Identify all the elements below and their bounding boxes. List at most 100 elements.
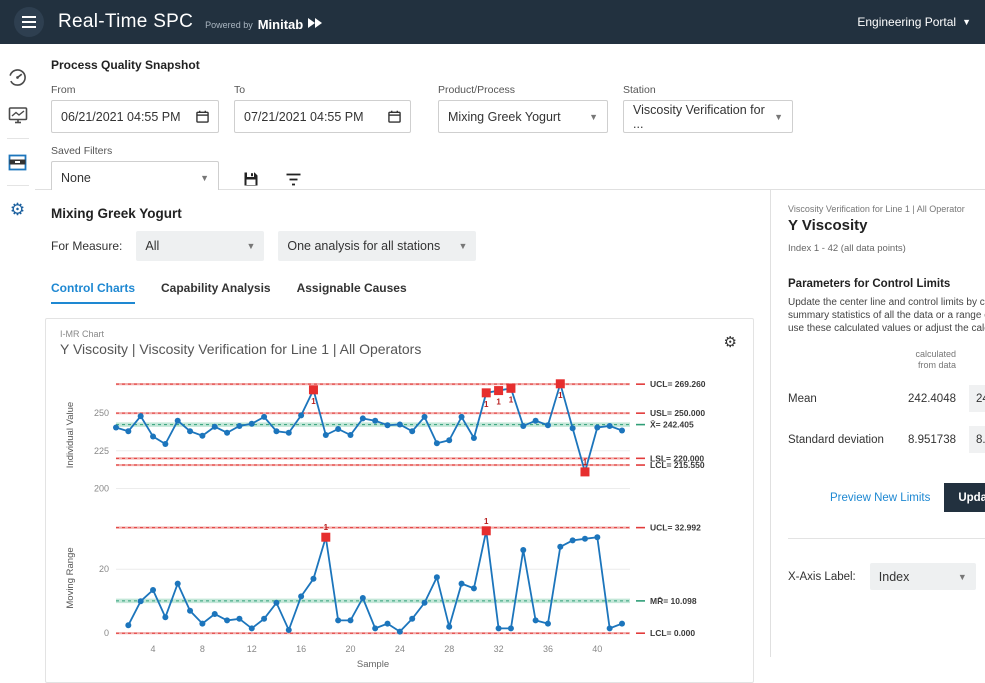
svg-text:UCL= 269.260: UCL= 269.260 [650,379,706,389]
tab-assignable-causes[interactable]: Assignable Causes [297,281,407,304]
chevron-down-icon: ▼ [958,572,967,582]
chevron-down-icon: ▼ [458,241,467,251]
svg-text:40: 40 [592,644,602,654]
parameters-panel: Viscosity Verification for Line 1 | All … [770,190,985,657]
svg-text:225: 225 [94,446,109,456]
chevron-down-icon: ▼ [774,112,783,122]
filter-bar: Process Quality Snapshot From 06/21/2021… [35,44,985,190]
svg-text:MR̄= 10.098: MR̄= 10.098 [650,596,697,606]
station-value: Viscosity Verification for ... [633,103,774,131]
to-date-input[interactable]: 07/21/2021 04:55 PM [234,100,411,133]
svg-text:20: 20 [99,564,109,574]
svg-text:1: 1 [558,391,563,400]
powered-by-label: Powered by [205,20,253,30]
xaxis-value: Index [879,570,910,584]
chevron-down-icon: ▼ [962,17,971,27]
svg-text:16: 16 [296,644,306,654]
saved-filters-label: Saved Filters [51,145,219,157]
preview-new-limits-link[interactable]: Preview New Limits [830,492,930,504]
svg-text:24: 24 [395,644,405,654]
save-filter-button[interactable] [241,169,261,189]
to-label: To [234,84,411,96]
svg-text:LCL= 0.000: LCL= 0.000 [650,628,695,638]
svg-text:Moving Range: Moving Range [65,547,76,608]
stdev-label: Standard deviation [788,434,896,446]
from-date-input[interactable]: 06/21/2021 04:55 PM [51,100,219,133]
tab-control-charts[interactable]: Control Charts [51,281,135,304]
filter-icon [286,173,301,186]
app-title: Real-Time SPC [58,11,193,33]
analysis-mode-value: One analysis for all stations [287,239,440,253]
mean-row: Mean 242.4048 [788,385,985,412]
rail-divider [7,185,29,186]
sidebar-item-settings[interactable]: ⚙ [8,199,28,219]
panel-divider [788,538,985,539]
svg-text:1: 1 [583,458,588,467]
chevron-down-icon: ▼ [246,241,255,251]
svg-text:8: 8 [200,644,205,654]
chart-settings-gear-icon[interactable]: ⚙ [724,335,737,350]
svg-text:1: 1 [484,400,489,409]
to-date-value: 07/21/2021 04:55 PM [244,110,364,124]
gear-icon: ⚙ [10,201,25,218]
svg-text:1: 1 [484,517,489,526]
product-label: Product/Process [438,84,608,96]
from-date-value: 06/21/2021 04:55 PM [61,110,181,124]
svg-text:X̄= 242.405: X̄= 242.405 [650,420,694,430]
chart-title: Y Viscosity | Viscosity Verification for… [60,341,739,357]
sidebar-item-storage[interactable] [8,152,28,172]
gauge-icon [8,68,27,87]
svg-text:Individual Value: Individual Value [65,402,76,468]
portal-switcher[interactable]: Engineering Portal ▼ [857,15,971,29]
minitab-brand: Minitab [258,17,304,32]
index-note: Index 1 - 42 (all data points) [788,243,985,254]
stdev-row: Standard deviation 8.951738 [788,426,985,453]
svg-text:36: 36 [543,644,553,654]
svg-text:0: 0 [104,628,109,638]
stdev-input[interactable] [969,426,985,453]
calendar-icon [196,110,209,123]
sidebar-item-monitoring[interactable] [8,105,28,125]
svg-text:28: 28 [444,644,454,654]
portal-label: Engineering Portal [857,15,956,29]
for-measure-label: For Measure: [51,239,122,253]
storage-box-icon [8,154,27,171]
section-title: Process Quality Snapshot [51,58,985,72]
imr-chart-card: I-MR Chart Y Viscosity | Viscosity Verif… [45,318,754,683]
calculated-col-header: calculated from data [788,349,956,371]
panel-title: Y Viscosity [788,217,985,234]
from-label: From [51,84,219,96]
saved-filters-value: None [61,171,91,185]
svg-text:200: 200 [94,483,109,493]
minitab-logo-icon [307,16,323,34]
xaxis-label: X-Axis Label: [788,571,856,583]
sidebar-item-dashboard[interactable] [8,67,28,87]
svg-text:1: 1 [324,523,329,532]
measure-select[interactable]: All ▼ [136,231,264,261]
chart-type-label: I-MR Chart [60,329,739,339]
panel-subtitle: Viscosity Verification for Line 1 | All … [788,204,985,214]
station-select[interactable]: Viscosity Verification for ... ▼ [623,100,793,133]
params-heading: Parameters for Control Limits [788,278,985,290]
filter-button[interactable] [283,169,303,189]
params-description: Update the center line and control limit… [788,296,985,335]
svg-text:Sample: Sample [357,659,389,670]
mean-calculated-value: 242.4048 [896,393,956,405]
svg-text:USL= 250.000: USL= 250.000 [650,408,705,418]
update-control-limits-button[interactable]: Update Control Limits [944,483,985,512]
analysis-main: Mixing Greek Yogurt For Measure: All ▼ O… [35,190,770,657]
mean-input[interactable] [969,385,985,412]
individuals-chart: 200225250111111UCL= 269.260USL= 250.000X… [60,363,741,508]
analysis-mode-select[interactable]: One analysis for all stations ▼ [278,231,476,261]
svg-text:4: 4 [151,644,156,654]
menu-icon[interactable] [14,7,44,37]
svg-text:20: 20 [345,644,355,654]
svg-text:12: 12 [247,644,257,654]
stdev-calculated-value: 8.951738 [896,434,956,446]
product-select[interactable]: Mixing Greek Yogurt ▼ [438,100,608,133]
measure-value: All [145,239,159,253]
tab-capability-analysis[interactable]: Capability Analysis [161,281,271,304]
product-value: Mixing Greek Yogurt [448,110,561,124]
xaxis-select[interactable]: Index ▼ [870,563,976,590]
svg-text:UCL= 32.992: UCL= 32.992 [650,523,701,533]
